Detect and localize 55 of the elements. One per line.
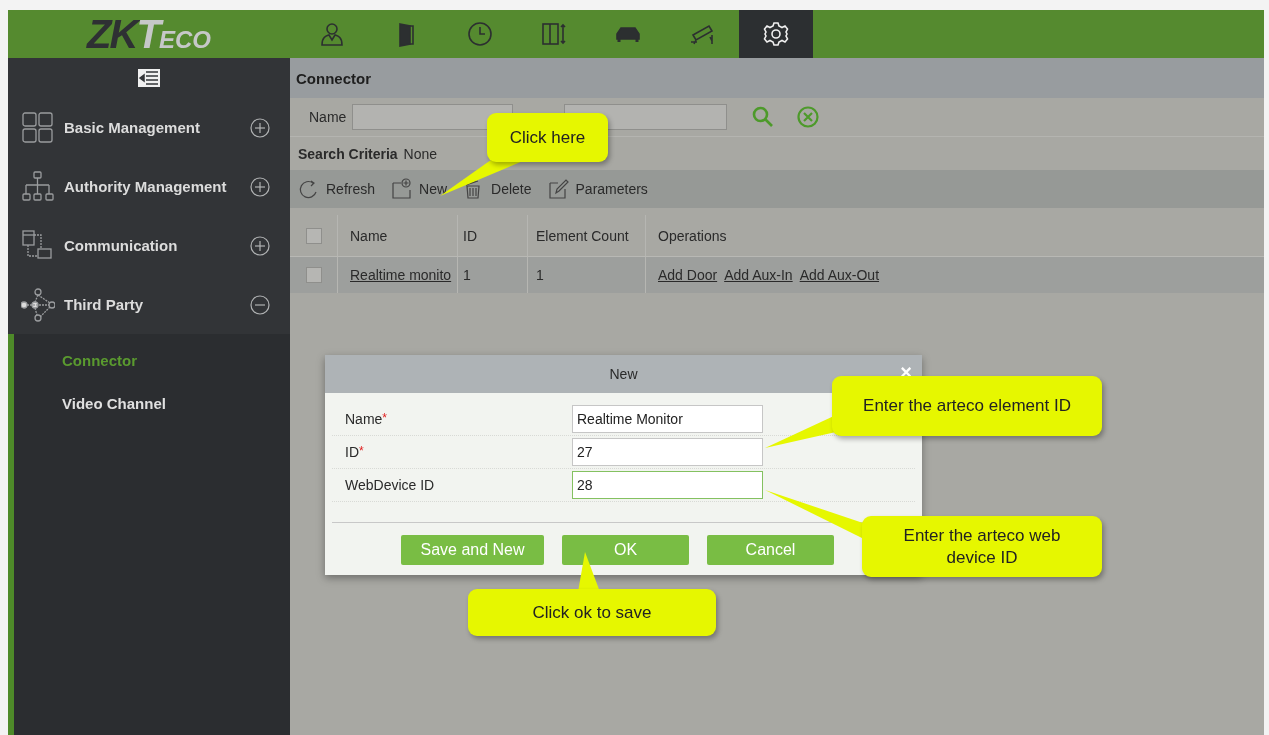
table-cell: 1 bbox=[536, 267, 544, 283]
row-checkbox[interactable] bbox=[306, 267, 322, 283]
menu-collapse-icon[interactable] bbox=[138, 69, 160, 87]
hierarchy-icon bbox=[21, 169, 55, 204]
select-all-checkbox[interactable] bbox=[306, 227, 322, 244]
name-search-field[interactable] bbox=[352, 104, 514, 130]
nodes-icon bbox=[21, 287, 55, 322]
page-title: Connector bbox=[296, 69, 371, 87]
submenu-item[interactable]: Connector bbox=[14, 339, 290, 382]
add-document-icon bbox=[391, 178, 414, 200]
nav-tab[interactable] bbox=[739, 10, 813, 58]
delete-button[interactable]: Delete bbox=[463, 178, 532, 200]
callout-tooltip: Enter the arteco web device ID bbox=[862, 516, 1102, 577]
callout-tooltip: Enter the arteco element ID bbox=[832, 376, 1102, 436]
sidebar-item[interactable]: Basic Management bbox=[8, 98, 290, 157]
collapse-icon[interactable] bbox=[250, 294, 270, 315]
column-header[interactable]: Element Count bbox=[536, 227, 629, 244]
field-label: ID* bbox=[345, 444, 365, 460]
sidebar-item[interactable]: Authority Management bbox=[8, 157, 290, 216]
callout-tooltip: Click here bbox=[487, 113, 608, 162]
callout-tooltip: Click ok to save bbox=[468, 589, 716, 636]
dialog-title: New bbox=[609, 366, 638, 382]
criteria-value: None bbox=[403, 145, 438, 162]
field-label: WebDevice ID bbox=[345, 477, 436, 493]
new-button[interactable]: New bbox=[391, 178, 448, 200]
input-field[interactable]: Realtime Monitor bbox=[572, 405, 763, 433]
settings-icon bbox=[762, 20, 790, 48]
field-label: Name bbox=[309, 109, 347, 125]
sidebar-item[interactable]: Communication bbox=[8, 216, 290, 275]
column-header[interactable]: Name bbox=[350, 227, 388, 244]
operation-link[interactable]: Add Door bbox=[658, 267, 718, 283]
expand-icon[interactable] bbox=[250, 235, 270, 256]
parameters-button[interactable]: Parameters bbox=[547, 178, 648, 200]
table-cell: 1 bbox=[463, 267, 471, 283]
elevator-icon bbox=[540, 20, 568, 48]
zkteco-logo: ZKTECO bbox=[85, 11, 212, 58]
clock-icon bbox=[466, 20, 494, 48]
person-icon bbox=[318, 20, 346, 48]
refresh-button[interactable]: Refresh bbox=[298, 178, 376, 200]
edit-icon bbox=[547, 178, 570, 200]
sidebar-item[interactable]: Third Party bbox=[8, 275, 290, 334]
column-header[interactable]: ID bbox=[463, 227, 477, 244]
operation-link[interactable]: Add Aux-In bbox=[724, 267, 793, 283]
expand-icon[interactable] bbox=[250, 176, 270, 197]
input-field[interactable]: 27 bbox=[572, 438, 763, 466]
expand-icon[interactable] bbox=[250, 117, 270, 138]
callout-tooltip-pointer bbox=[765, 415, 836, 448]
field-label: Name* bbox=[345, 411, 389, 427]
operation-link[interactable]: Add Aux-Out bbox=[799, 267, 880, 283]
grid-icon bbox=[21, 110, 55, 145]
name-link[interactable]: Realtime monito bbox=[350, 267, 452, 283]
input-field[interactable]: 28 bbox=[572, 471, 763, 499]
submenu-item[interactable]: Video Channel bbox=[14, 382, 290, 425]
criteria-label: Search Criteria bbox=[298, 145, 398, 162]
column-header[interactable]: Operations bbox=[658, 227, 727, 244]
